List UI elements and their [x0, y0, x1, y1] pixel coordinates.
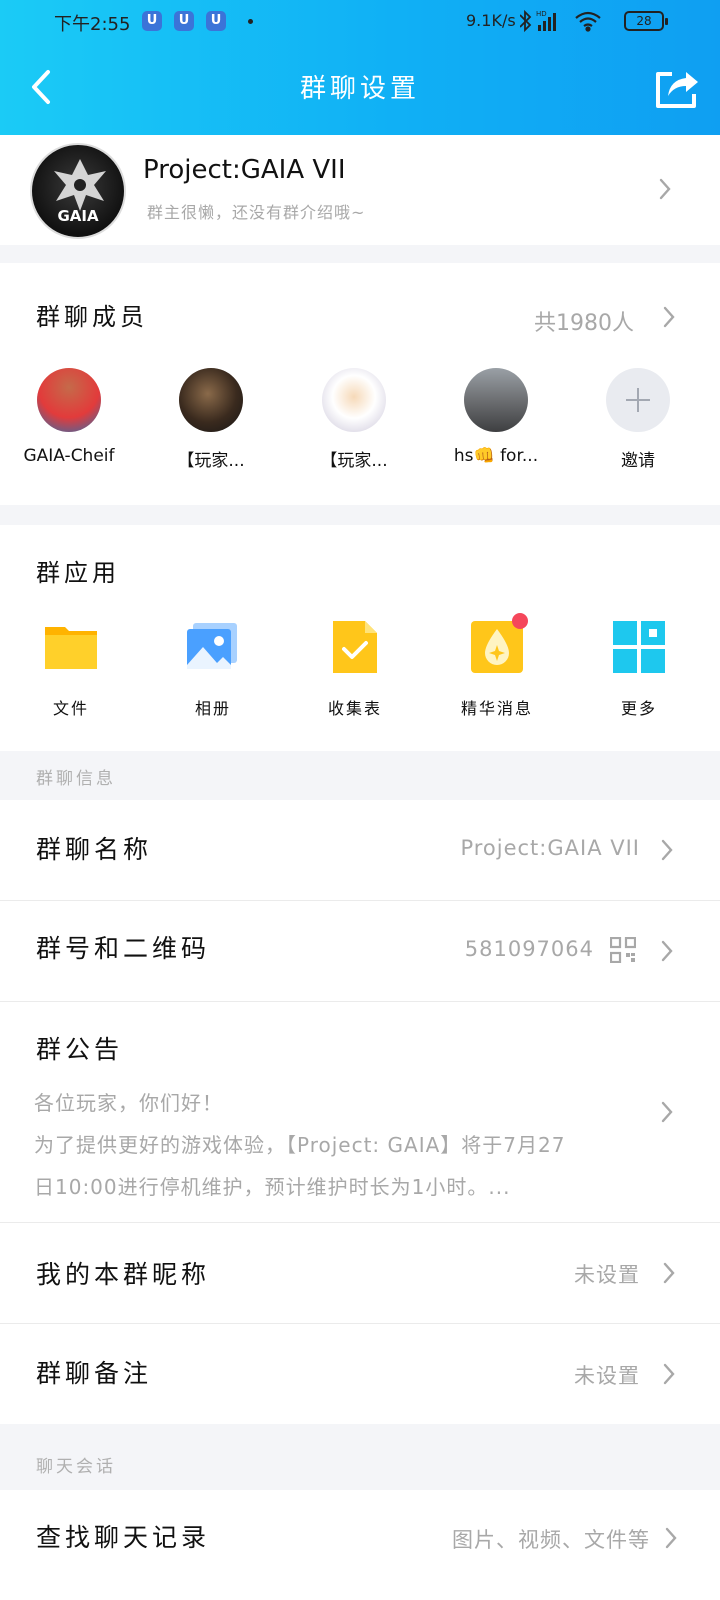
- member-name: 【玩家...: [320, 451, 388, 471]
- page-title: 群聊设置: [299, 74, 420, 104]
- row-label: 群号和二维码: [36, 934, 211, 963]
- invite-button[interactable]: 邀请: [573, 368, 703, 471]
- essence-message-icon: [471, 621, 523, 673]
- signal-icon: HD: [536, 10, 556, 31]
- group-number: 581097064: [464, 937, 594, 961]
- app-files[interactable]: 文件: [6, 621, 136, 719]
- members-title: 群聊成员: [36, 303, 148, 331]
- app-essence-messages[interactable]: 精华消息: [432, 613, 562, 719]
- app-label: 相册: [194, 699, 231, 718]
- chevron-right-icon[interactable]: [662, 305, 676, 329]
- member-avatar: [322, 368, 386, 432]
- status-icons: HD: [520, 9, 601, 33]
- invite-label: 邀请: [621, 451, 655, 471]
- app-label: 精华消息: [460, 699, 533, 718]
- top-header: 下午2:55 U U U 9.1K/s HD 28 群聊设置: [0, 0, 720, 135]
- share-button[interactable]: [652, 64, 702, 112]
- row-label: 群聊备注: [36, 1359, 153, 1388]
- member-name: hs👊 for...: [453, 446, 539, 466]
- more-grid-icon: [613, 621, 665, 673]
- search-chat-history-row[interactable]: 查找聊天记录 图片、视频、文件等: [0, 1490, 720, 1600]
- notice-line: 为了提供更好的游戏体验，【Project: GAIA】将于7月27: [34, 1133, 566, 1157]
- app-label: 文件: [52, 699, 89, 718]
- folder-icon: [45, 627, 97, 669]
- bluetooth-icon: [520, 9, 532, 33]
- status-time: 下午2:55: [54, 14, 131, 35]
- members-section: 群聊成员 共1980人 GAIA-Cheif 【玩家... 【玩家... hs👊…: [0, 263, 720, 505]
- member-item[interactable]: 【玩家...: [146, 368, 276, 471]
- member-item[interactable]: hs👊 for...: [431, 368, 561, 466]
- row-value: 未设置: [574, 1263, 640, 1287]
- photo-album-icon: [187, 623, 237, 669]
- notice-line: 日10:00进行停机维护，预计维护时长为1小时。...: [34, 1175, 511, 1199]
- row-value: 图片、视频、文件等: [452, 1528, 650, 1552]
- network-speed: 9.1K/s: [466, 11, 516, 30]
- more-notifications-dot: [248, 19, 253, 24]
- member-item[interactable]: GAIA-Cheif: [4, 368, 134, 466]
- group-intro: 群主很懒，还没有群介绍哦~: [147, 203, 366, 222]
- chevron-right-icon: [661, 940, 673, 962]
- chevron-right-icon: [661, 839, 673, 861]
- group-profile-row[interactable]: GAIA Project:GAIA VII 群主很懒，还没有群介绍哦~: [0, 135, 720, 245]
- row-value: Project:GAIA VII: [460, 836, 640, 860]
- chevron-right-icon: [665, 1527, 677, 1549]
- wifi-icon: [575, 11, 601, 32]
- chat-section-label: 聊天会话: [36, 1457, 116, 1477]
- notice-preview: 各位玩家，你们好！ 为了提供更好的游戏体验，【Project: GAIA】将于7…: [34, 1082, 654, 1208]
- notice-line: 各位玩家，你们好！: [34, 1091, 223, 1115]
- member-name: 【玩家...: [177, 451, 245, 471]
- apps-title: 群应用: [36, 559, 120, 587]
- row-label: 查找聊天记录: [36, 1523, 211, 1552]
- group-name: Project:GAIA VII: [143, 155, 346, 185]
- group-remark-row[interactable]: 群聊备注 未设置: [0, 1324, 720, 1424]
- group-notice-row[interactable]: 群公告 各位玩家，你们好！ 为了提供更好的游戏体验，【Project: GAIA…: [0, 1002, 720, 1222]
- row-label: 群聊名称: [36, 835, 153, 864]
- notification-app-icon: U: [142, 11, 162, 31]
- notification-app-icon: U: [206, 11, 226, 31]
- app-more[interactable]: 更多: [574, 621, 704, 719]
- row-value: 未设置: [574, 1364, 640, 1388]
- qr-code-icon: [610, 937, 636, 963]
- status-bar: 下午2:55 U U U 9.1K/s HD 28: [0, 0, 720, 44]
- member-name: GAIA-Cheif: [23, 446, 115, 466]
- info-section-label: 群聊信息: [36, 769, 116, 789]
- app-label: 更多: [620, 699, 657, 718]
- chevron-right-icon: [659, 178, 671, 200]
- member-count[interactable]: 共1980人: [534, 305, 634, 337]
- member-item[interactable]: 【玩家...: [289, 368, 419, 471]
- form-check-icon: [333, 621, 377, 673]
- chevron-right-icon: [663, 1262, 675, 1284]
- member-avatar: [464, 368, 528, 432]
- group-avatar-text: GAIA: [57, 207, 99, 225]
- unread-dot: [512, 613, 528, 629]
- group-apps-section: 群应用 文件 相册 收集表 精华消息 更多: [0, 525, 720, 751]
- group-name-row[interactable]: 群聊名称 Project:GAIA VII: [0, 800, 720, 900]
- app-collect-form[interactable]: 收集表: [290, 621, 420, 719]
- group-avatar: GAIA: [30, 143, 126, 239]
- row-label: 群公告: [36, 1035, 124, 1064]
- notification-app-icon: U: [174, 11, 194, 31]
- member-avatar: [179, 368, 243, 432]
- chevron-right-icon: [661, 1101, 673, 1123]
- my-nickname-row[interactable]: 我的本群昵称 未设置: [0, 1223, 720, 1323]
- app-album[interactable]: 相册: [148, 621, 278, 719]
- plus-icon: [606, 368, 670, 432]
- row-label: 我的本群昵称: [36, 1260, 211, 1289]
- battery-icon: 28: [624, 11, 668, 31]
- chevron-right-icon: [663, 1363, 675, 1385]
- member-avatar: [37, 368, 101, 432]
- app-label: 收集表: [327, 699, 382, 718]
- group-number-row[interactable]: 群号和二维码 581097064: [0, 901, 720, 1001]
- svg-text:HD: HD: [536, 10, 547, 18]
